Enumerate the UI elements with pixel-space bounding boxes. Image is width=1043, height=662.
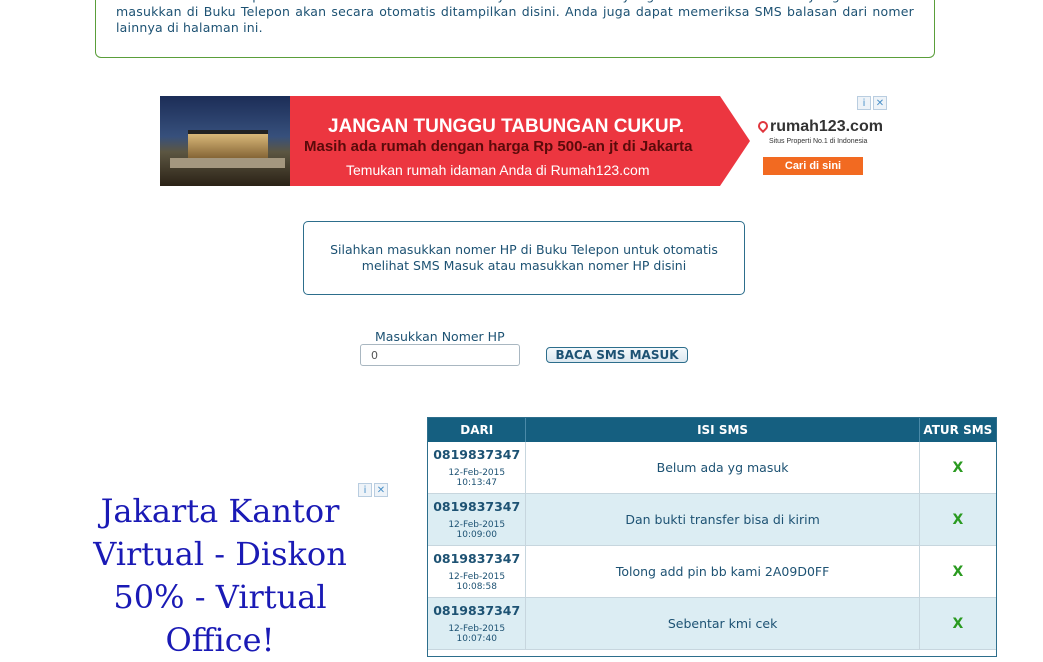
brand-name: rumah123.com <box>770 118 883 135</box>
header-manage: ATUR SMS <box>919 418 996 442</box>
sender-cell: 0819837347 12-Feb-2015 10:09:00 <box>428 493 527 546</box>
table-row: 0819837347 12-Feb-2015 10:13:47 Belum ad… <box>428 442 996 494</box>
sender-cell: 0819837347 12-Feb-2015 10:08:58 <box>428 545 527 598</box>
brand-subtitle: Situs Properti No.1 di Indonesia <box>769 138 868 145</box>
table-row: 0819837347 12-Feb-2015 10:08:58 Tolong a… <box>428 545 996 598</box>
phone-label: Masukkan Nomer HP <box>375 329 505 344</box>
sms-message: Tolong add pin bb kami 2A09D0FF <box>615 564 830 579</box>
message-cell: Sebentar kmi cek <box>525 597 920 650</box>
action-cell: X <box>919 442 996 494</box>
message-cell: Tolong add pin bb kami 2A09D0FF <box>525 545 920 598</box>
read-sms-button[interactable]: BACA SMS MASUK <box>546 347 688 363</box>
sender-number[interactable]: 0819837347 <box>428 603 525 618</box>
banner-tagline: Temukan rumah idaman Anda di Rumah123.co… <box>346 162 650 178</box>
message-cell: Dan bukti transfer bisa di kirim <box>525 493 920 546</box>
header-from: DARI <box>428 418 527 442</box>
sms-message: Belum ada yg masuk <box>656 460 789 475</box>
sms-date: 12-Feb-2015 10:09:00 <box>448 520 506 540</box>
delete-sms-button[interactable]: X <box>952 512 963 528</box>
intro-text: Di halaman ini ditampilkan SMS Masuk ata… <box>116 0 914 35</box>
message-cell: Belum ada yg masuk <box>525 442 920 494</box>
action-cell: X <box>919 545 996 598</box>
sms-table-grid: DARI ISI SMS ATUR SMS 0819837347 12-Feb-… <box>428 418 996 650</box>
house-image <box>188 130 268 160</box>
table-row: 0819837347 12-Feb-2015 10:09:00 Dan bukt… <box>428 493 996 546</box>
deck-image <box>170 158 285 168</box>
sms-date: 12-Feb-2015 10:08:58 <box>448 572 506 592</box>
sender-number[interactable]: 0819837347 <box>428 447 525 462</box>
info-box: Silahkan masukkan nomer HP di Buku Telep… <box>303 221 745 295</box>
info-text: Silahkan masukkan nomer HP di Buku Telep… <box>330 242 718 273</box>
location-pin-icon <box>755 118 771 134</box>
sms-table: DARI ISI SMS ATUR SMS 0819837347 12-Feb-… <box>427 417 997 657</box>
ad-close-icon[interactable]: ✕ <box>873 96 887 110</box>
sender-cell: 0819837347 12-Feb-2015 10:07:40 <box>428 597 527 650</box>
action-cell: X <box>919 493 996 546</box>
banner-subheadline: Masih ada rumah dengan harga Rp 500-an j… <box>304 138 693 155</box>
sender-number[interactable]: 0819837347 <box>428 551 525 566</box>
banner-ad-choices[interactable]: i ✕ <box>857 96 887 110</box>
delete-sms-button[interactable]: X <box>952 616 963 632</box>
header-content: ISI SMS <box>525 418 920 442</box>
intro-box: Di halaman ini ditampilkan SMS Masuk ata… <box>95 0 935 58</box>
delete-sms-button[interactable]: X <box>952 460 963 476</box>
sms-date: 12-Feb-2015 10:13:47 <box>448 468 506 488</box>
ad-info-icon[interactable]: i <box>857 96 871 110</box>
phone-input[interactable] <box>360 344 520 366</box>
banner-house-photo <box>160 96 290 186</box>
sender-number[interactable]: 0819837347 <box>428 499 525 514</box>
banner-red-panel: JANGAN TUNGGU TABUNGAN CUKUP. Masih ada … <box>290 96 750 186</box>
sms-date: 12-Feb-2015 10:07:40 <box>448 624 506 644</box>
delete-sms-button[interactable]: X <box>952 564 963 580</box>
action-cell: X <box>919 597 996 650</box>
brand-logo: rumah123.com <box>755 118 883 136</box>
banner-headline: JANGAN TUNGGU TABUNGAN CUKUP. <box>328 116 685 137</box>
banner-cta-button[interactable]: Cari di sini <box>763 157 863 175</box>
table-row: 0819837347 12-Feb-2015 10:07:40 Sebentar… <box>428 597 996 650</box>
sms-message: Dan bukti transfer bisa di kirim <box>625 512 820 527</box>
sms-message: Sebentar kmi cek <box>667 616 778 631</box>
table-header-row: DARI ISI SMS ATUR SMS <box>428 418 996 442</box>
text-ad-link[interactable]: Jakarta Kantor Virtual - Diskon 50% - Vi… <box>60 490 380 662</box>
sender-cell: 0819837347 12-Feb-2015 10:13:47 <box>428 442 527 494</box>
banner-ad[interactable]: JANGAN TUNGGU TABUNGAN CUKUP. Masih ada … <box>160 96 888 186</box>
